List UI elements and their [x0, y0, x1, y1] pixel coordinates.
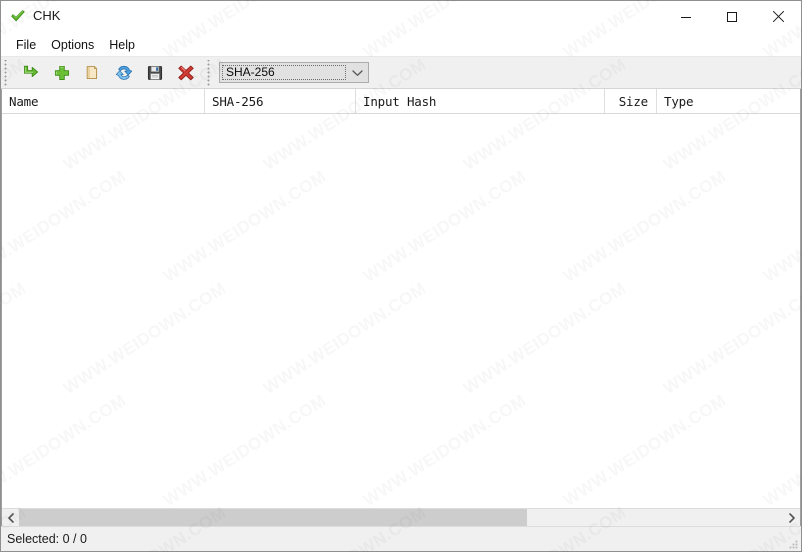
toolbar-button-group	[12, 58, 204, 87]
menu-file[interactable]: File	[9, 36, 44, 55]
column-header-type[interactable]: Type	[656, 89, 800, 113]
hash-algorithm-group: SHA-256	[215, 58, 369, 87]
hash-algorithm-value: SHA-256	[222, 65, 346, 80]
window-controls	[663, 1, 801, 32]
hash-algorithm-select[interactable]: SHA-256	[219, 62, 369, 83]
status-bar: Selected: 0 / 0	[1, 526, 801, 551]
floppy-disk-save-icon[interactable]	[139, 59, 170, 87]
blue-refresh-icon[interactable]	[108, 59, 139, 87]
file-list-body[interactable]	[2, 114, 800, 508]
maximize-button[interactable]	[709, 1, 755, 32]
folder-icon[interactable]	[77, 59, 108, 87]
chevron-down-icon[interactable]	[347, 63, 368, 82]
resize-grip-icon[interactable]	[787, 537, 799, 549]
menu-options[interactable]: Options	[44, 36, 102, 55]
minimize-button[interactable]	[663, 1, 709, 32]
green-check-icon	[10, 8, 26, 24]
title-bar-left: CHK	[1, 1, 60, 31]
scrollbar-track[interactable]	[19, 509, 783, 526]
close-button[interactable]	[755, 1, 801, 32]
column-header-hash[interactable]: SHA-256	[204, 89, 355, 113]
scrollbar-thumb[interactable]	[19, 509, 527, 526]
toolbar-grip-1[interactable]	[3, 59, 11, 86]
toolbar-grip-2[interactable]	[206, 59, 214, 86]
chevron-right-icon[interactable]	[783, 509, 800, 526]
list-column-header: Name SHA-256 Input Hash Size Type	[2, 89, 800, 114]
app-window: CHK File Options Help SHA-256 Name SHA-2…	[0, 0, 802, 552]
menu-bar: File Options Help	[1, 34, 801, 56]
add-button[interactable]	[46, 59, 77, 87]
title-bar: CHK	[1, 1, 801, 34]
red-x-delete-icon[interactable]	[170, 59, 201, 87]
window-title: CHK	[33, 8, 61, 23]
column-header-size[interactable]: Size	[604, 89, 656, 113]
horizontal-scrollbar[interactable]	[2, 508, 800, 526]
menu-help[interactable]: Help	[102, 36, 143, 55]
toolbar: SHA-256	[1, 56, 801, 89]
column-header-input-hash[interactable]: Input Hash	[355, 89, 604, 113]
column-header-name[interactable]: Name	[2, 89, 204, 113]
file-list-view: Name SHA-256 Input Hash Size Type	[1, 89, 801, 526]
selection-status-text: Selected: 0 / 0	[7, 532, 87, 546]
chevron-left-icon[interactable]	[2, 509, 19, 526]
add-files-button[interactable]	[15, 59, 46, 87]
